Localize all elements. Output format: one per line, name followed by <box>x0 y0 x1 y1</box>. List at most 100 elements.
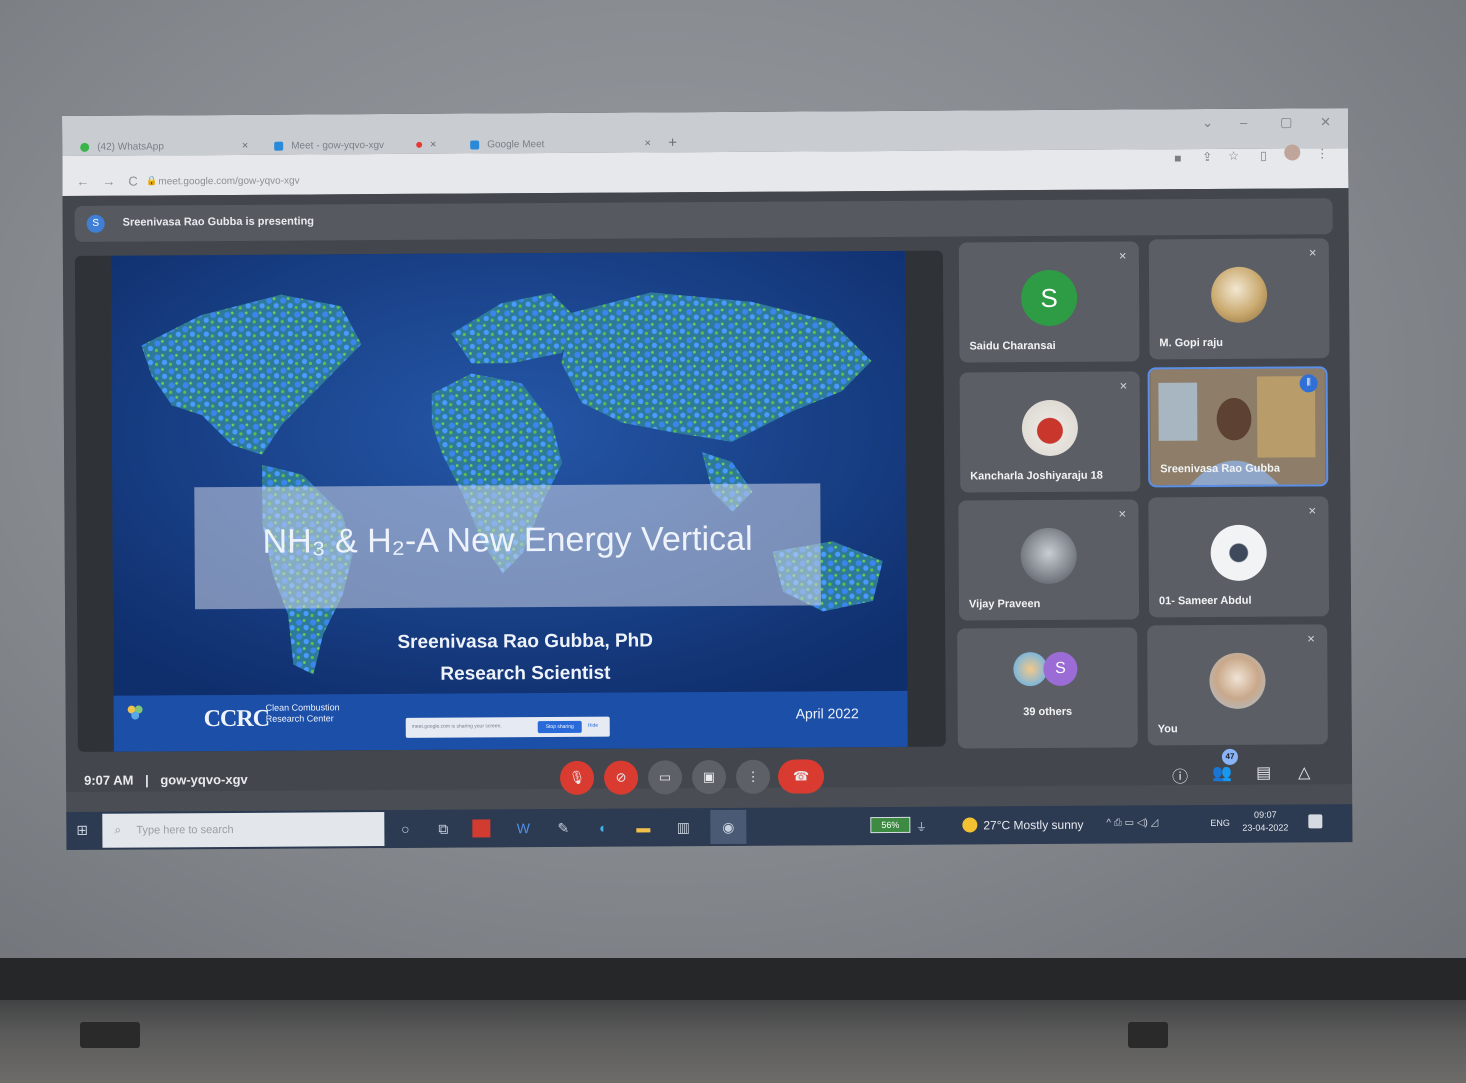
avatar <box>1209 652 1266 710</box>
tab-google-meet[interactable]: Google Meet × <box>470 134 651 153</box>
app-red-icon[interactable] <box>472 819 491 838</box>
store-icon[interactable]: ▥ <box>672 816 694 838</box>
close-window-button[interactable]: ✕ <box>1320 114 1331 130</box>
participant-name: Kancharla Joshiyaraju 18 <box>970 469 1103 483</box>
mic-off-icon: ✕ <box>1308 248 1317 260</box>
whatsapp-icon <box>80 142 90 152</box>
active-speaker-tile[interactable]: ⦀ Sreenivasa Rao Gubba <box>1147 366 1329 488</box>
paint-icon[interactable]: ✎ <box>552 817 574 839</box>
meet-icon <box>274 141 284 151</box>
chrome-icon[interactable]: ◉ <box>710 809 747 845</box>
ccrc-subtitle: Clean Combustion Research Center <box>266 702 340 724</box>
close-tab-icon[interactable]: × <box>430 139 437 151</box>
camera-off-icon: ⊘ <box>615 769 627 785</box>
stop-sharing-button[interactable]: Stop sharing <box>537 720 582 734</box>
chat-icon[interactable]: ▤ <box>1256 763 1271 783</box>
reload-icon[interactable]: C <box>128 174 137 189</box>
battery-indicator: 56% <box>870 816 911 834</box>
taskbar-search-input[interactable]: ⌕ Type here to search <box>102 812 385 848</box>
leave-call-button[interactable]: ☎ <box>777 759 825 794</box>
ccrc-logo-text: CCRC <box>203 705 270 733</box>
screen-share-bar: meet.google.com is sharing your screen. … <box>405 716 610 738</box>
self-tile[interactable]: ✕ You <box>1147 624 1328 746</box>
projected-screen: (42) WhatsApp × Meet - gow-yqvo-xgv × Go… <box>62 108 1353 850</box>
tab-search-chevron-icon[interactable]: ⌄ <box>1202 115 1213 131</box>
camera-toggle-button[interactable]: ⊘ <box>603 760 639 795</box>
mic-off-icon: ✕ <box>1308 506 1317 518</box>
search-placeholder: Type here to search <box>136 823 234 837</box>
participant-tile[interactable]: ✕ Kancharla Joshiyaraju 18 <box>959 371 1141 493</box>
avatar <box>1210 266 1268 323</box>
system-tray-icons[interactable]: ^ ⎙ ▭ ◁) ◿ <box>1106 817 1158 828</box>
windows-start-icon[interactable]: ⊞ <box>76 822 88 839</box>
present-screen-icon: ▣ <box>702 769 716 785</box>
avatar <box>1020 527 1077 585</box>
mic-off-icon: ✕ <box>1118 509 1127 521</box>
avatar: S <box>1043 651 1078 687</box>
language-indicator[interactable]: ENG <box>1210 818 1230 828</box>
menu-kebab-icon[interactable]: ⋮ <box>1316 146 1328 160</box>
participant-tile[interactable]: ✕ 01- Sameer Abdul <box>1148 496 1330 618</box>
file-explorer-icon[interactable]: ▬ <box>632 816 654 838</box>
search-icon: ⌕ <box>114 822 122 837</box>
mic-off-icon: ✕ <box>1118 251 1127 263</box>
captions-button[interactable]: ▭ <box>647 760 683 795</box>
mic-toggle-button[interactable]: 🎙 <box>559 760 595 795</box>
present-button[interactable]: ▣ <box>691 759 727 795</box>
sidebar-icon[interactable]: ▯ <box>1260 149 1267 163</box>
table-fixture-right <box>1128 1022 1168 1048</box>
share-icon[interactable]: ⇪ <box>1202 150 1212 164</box>
notification-center-icon[interactable] <box>1308 814 1323 829</box>
cortana-icon[interactable]: ○ <box>394 818 416 840</box>
back-arrow-icon[interactable]: ← <box>76 174 89 189</box>
lock-icon: 🔒 <box>146 175 158 186</box>
slide-date: April 2022 <box>795 705 859 722</box>
tab-meet-active[interactable]: Meet - gow-yqvo-xgv × <box>274 136 436 155</box>
plug-icon: ⏚ <box>915 821 927 834</box>
weather-widget[interactable]: 27°C Mostly sunny <box>962 817 1084 833</box>
ccrc-subtitle-line2: Research Center <box>265 713 334 724</box>
presentation-slide: NH₃ & H₂-A New Energy Vertical Sreenivas… <box>110 250 908 752</box>
participant-tile[interactable]: ✕ M. Gopi raju <box>1148 238 1330 360</box>
close-tab-icon[interactable]: × <box>242 140 249 152</box>
institution-logo-icon <box>127 705 143 720</box>
minimize-button[interactable]: – <box>1240 115 1247 130</box>
sun-icon <box>962 817 978 833</box>
bookmark-star-icon[interactable]: ☆ <box>1228 149 1239 163</box>
others-tile[interactable]: S 39 others <box>957 627 1138 749</box>
speaking-indicator-icon: ⦀ <box>1299 374 1318 393</box>
meeting-code: gow-yqvo-xgv <box>160 771 248 788</box>
word-icon[interactable]: W <box>512 817 534 839</box>
clock-date: 23-04-2022 <box>1242 822 1289 833</box>
avatar: S <box>1020 269 1078 327</box>
hide-share-bar-button[interactable]: Hide <box>588 723 598 729</box>
avatar <box>1013 651 1048 687</box>
task-view-icon[interactable]: ⧉ <box>432 818 454 840</box>
url-field[interactable]: meet.google.com/gow-yqvo-xgv <box>158 176 299 188</box>
close-tab-icon[interactable]: × <box>644 137 651 149</box>
participant-name: Saidu Charansai <box>969 339 1056 353</box>
taskbar-clock[interactable]: 09:07 23-04-2022 <box>1242 809 1288 835</box>
more-vert-icon: ⋮ <box>746 768 760 784</box>
people-icon[interactable]: 👥 <box>1212 763 1232 783</box>
forward-arrow-icon[interactable]: → <box>102 174 115 189</box>
tab-label: Meet - gow-yqvo-xgv <box>291 139 385 152</box>
camera-indicator-icon[interactable]: ■ <box>1174 151 1181 165</box>
edge-icon[interactable]: ◐ <box>592 817 614 839</box>
participant-tile[interactable]: ✕ Vijay Praveen <box>958 499 1140 621</box>
activities-icon[interactable]: △ <box>1298 762 1310 782</box>
slide-title: NH₃ & H₂-A New Energy Vertical <box>262 519 753 561</box>
mic-off-icon: 🎙 <box>568 769 586 785</box>
maximize-button[interactable]: ▢ <box>1280 114 1292 130</box>
weather-text: 27°C Mostly sunny <box>983 817 1084 832</box>
tab-whatsapp[interactable]: (42) WhatsApp × <box>80 137 248 156</box>
participant-tile[interactable]: ✕ S Saidu Charansai <box>958 241 1140 363</box>
table-fixture-left <box>80 1022 140 1048</box>
presenter-avatar: S <box>86 214 105 233</box>
meet-icon <box>470 139 480 150</box>
more-options-button[interactable]: ⋮ <box>735 759 771 794</box>
profile-avatar[interactable] <box>1284 144 1301 161</box>
new-tab-button[interactable]: + <box>668 134 677 151</box>
meeting-info-icon[interactable]: ⓘ <box>1172 763 1188 787</box>
participant-count-badge: 47 <box>1221 748 1238 765</box>
